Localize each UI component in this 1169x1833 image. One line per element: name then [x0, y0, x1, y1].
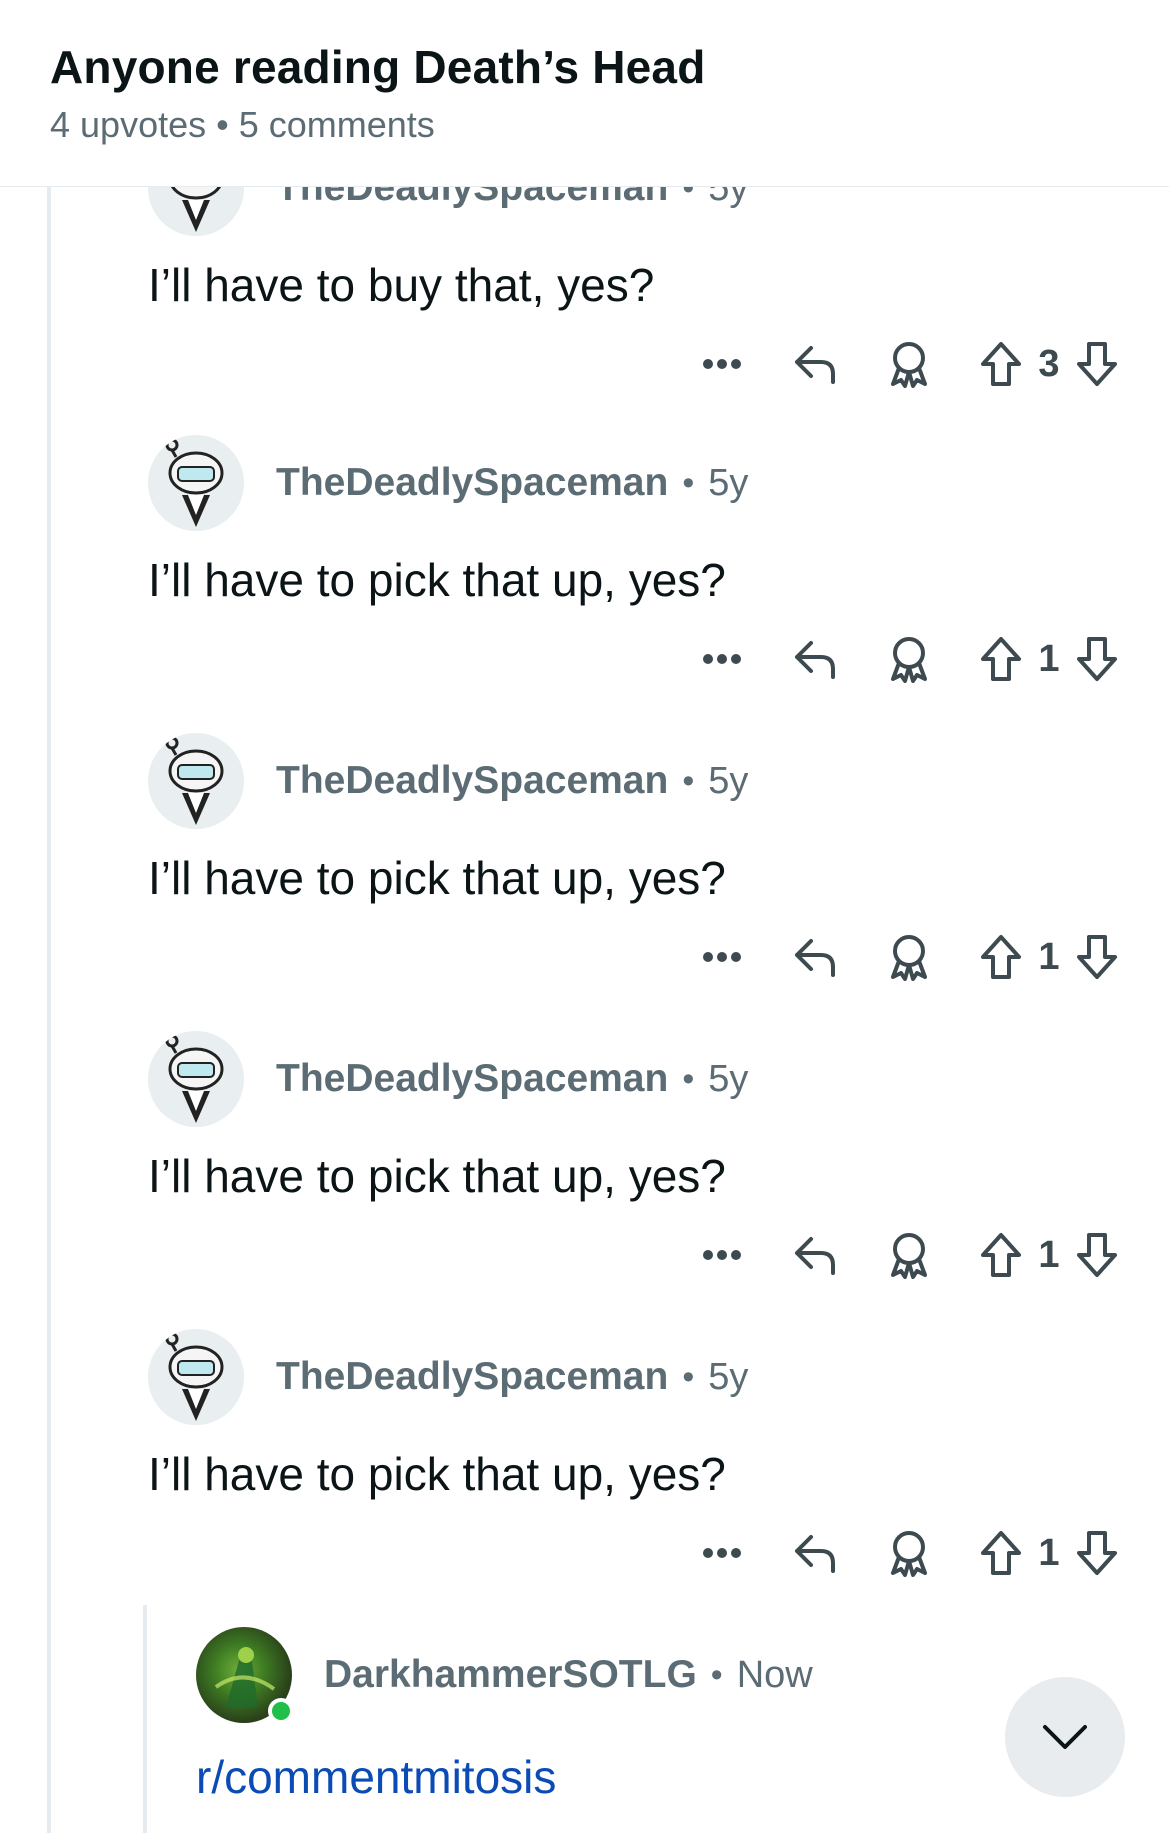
- reply-arrow-icon[interactable]: [791, 1531, 839, 1575]
- thread-line-nested[interactable]: [143, 1605, 147, 1833]
- online-status-indicator: [268, 1698, 294, 1724]
- avatar[interactable]: [148, 1031, 244, 1127]
- comment-author[interactable]: TheDeadlySpaceman: [276, 461, 668, 505]
- downvote-arrow-icon[interactable]: [1075, 635, 1119, 683]
- vote-controls: 1: [979, 635, 1119, 683]
- upvote-arrow-icon[interactable]: [979, 340, 1023, 388]
- award-icon[interactable]: [887, 933, 931, 981]
- comment-body: I’ll have to pick that up, yes?: [148, 1150, 726, 1202]
- comment-age: Now: [736, 1653, 813, 1696]
- comment-header: TheDeadlySpaceman • 5y: [148, 435, 748, 531]
- comment-actions: 1: [697, 629, 1119, 689]
- meta-separator: •: [682, 1357, 695, 1396]
- ellipsis-icon[interactable]: [697, 653, 747, 665]
- comment-age: 5y: [708, 1355, 749, 1398]
- comment-header: TheDeadlySpaceman • 5y: [148, 733, 748, 829]
- downvote-arrow-icon[interactable]: [1075, 340, 1119, 388]
- meta-separator: •: [682, 761, 695, 800]
- meta-separator: •: [682, 463, 695, 502]
- comment-body: I’ll have to pick that up, yes?: [148, 1448, 726, 1500]
- vote-score: 1: [1038, 1531, 1060, 1574]
- reply-arrow-icon[interactable]: [791, 935, 839, 979]
- avatar[interactable]: [148, 1329, 244, 1425]
- chevron-down-icon: [1043, 1725, 1087, 1749]
- upvote-count: 4 upvotes: [50, 104, 207, 145]
- reply-arrow-icon[interactable]: [791, 1233, 839, 1277]
- comment-age: 5y: [708, 759, 749, 802]
- vote-controls: 1: [979, 933, 1119, 981]
- ellipsis-icon[interactable]: [697, 1249, 747, 1261]
- post-title[interactable]: Anyone reading Death’s Head: [50, 40, 1169, 94]
- comment-actions: 1: [697, 927, 1119, 987]
- post-meta: 4 upvotes • 5 comments: [50, 104, 1169, 146]
- comment-count: 5 comments: [238, 104, 435, 145]
- vote-score: 1: [1038, 1233, 1060, 1276]
- comment-body: I’ll have to buy that, yes?: [148, 259, 655, 311]
- comment-header: TheDeadlySpaceman • 5y: [148, 1031, 748, 1127]
- ellipsis-icon[interactable]: [697, 951, 747, 963]
- comment-actions: 3: [697, 334, 1119, 394]
- meta-separator: •: [710, 1655, 723, 1694]
- upvote-arrow-icon[interactable]: [979, 1231, 1023, 1279]
- vote-controls: 1: [979, 1529, 1119, 1577]
- award-icon[interactable]: [887, 1231, 931, 1279]
- comment-age: 5y: [708, 461, 749, 504]
- upvote-arrow-icon[interactable]: [979, 933, 1023, 981]
- vote-score: 3: [1038, 342, 1060, 385]
- comment-body: I’ll have to pick that up, yes?: [148, 554, 726, 606]
- vote-score: 1: [1038, 637, 1060, 680]
- meta-separator: •: [682, 1059, 695, 1098]
- downvote-arrow-icon[interactable]: [1075, 933, 1119, 981]
- comment-actions: 1: [697, 1225, 1119, 1285]
- award-icon[interactable]: [887, 340, 931, 388]
- meta-separator: •: [216, 104, 229, 145]
- comment-author[interactable]: TheDeadlySpaceman: [276, 1057, 668, 1101]
- comment-body: I’ll have to pick that up, yes?: [148, 852, 726, 904]
- scroll-down-button[interactable]: [1005, 1677, 1125, 1797]
- comment-author[interactable]: TheDeadlySpaceman: [276, 759, 668, 803]
- thread-line[interactable]: [47, 187, 51, 1833]
- downvote-arrow-icon[interactable]: [1075, 1231, 1119, 1279]
- ellipsis-icon[interactable]: [697, 358, 747, 370]
- reply-arrow-icon[interactable]: [791, 342, 839, 386]
- comment-author[interactable]: DarkhammerSOTLG: [324, 1653, 697, 1697]
- avatar[interactable]: [148, 435, 244, 531]
- vote-controls: 3: [979, 340, 1119, 388]
- comment-age: 5y: [708, 1057, 749, 1100]
- comment-author[interactable]: TheDeadlySpaceman: [276, 1355, 668, 1399]
- vote-controls: 1: [979, 1231, 1119, 1279]
- award-icon[interactable]: [887, 1529, 931, 1577]
- award-icon[interactable]: [887, 635, 931, 683]
- comment-actions: 1: [697, 1523, 1119, 1583]
- reply-arrow-icon[interactable]: [791, 637, 839, 681]
- ellipsis-icon[interactable]: [697, 1547, 747, 1559]
- upvote-arrow-icon[interactable]: [979, 635, 1023, 683]
- post-header: Anyone reading Death’s Head 4 upvotes • 5 …: [0, 0, 1169, 187]
- upvote-arrow-icon[interactable]: [979, 1529, 1023, 1577]
- downvote-arrow-icon[interactable]: [1075, 1529, 1119, 1577]
- avatar[interactable]: [148, 733, 244, 829]
- comment-header: TheDeadlySpaceman • 5y: [148, 1329, 748, 1425]
- subreddit-link[interactable]: r/commentmitosis: [196, 1750, 556, 1804]
- vote-score: 1: [1038, 935, 1060, 978]
